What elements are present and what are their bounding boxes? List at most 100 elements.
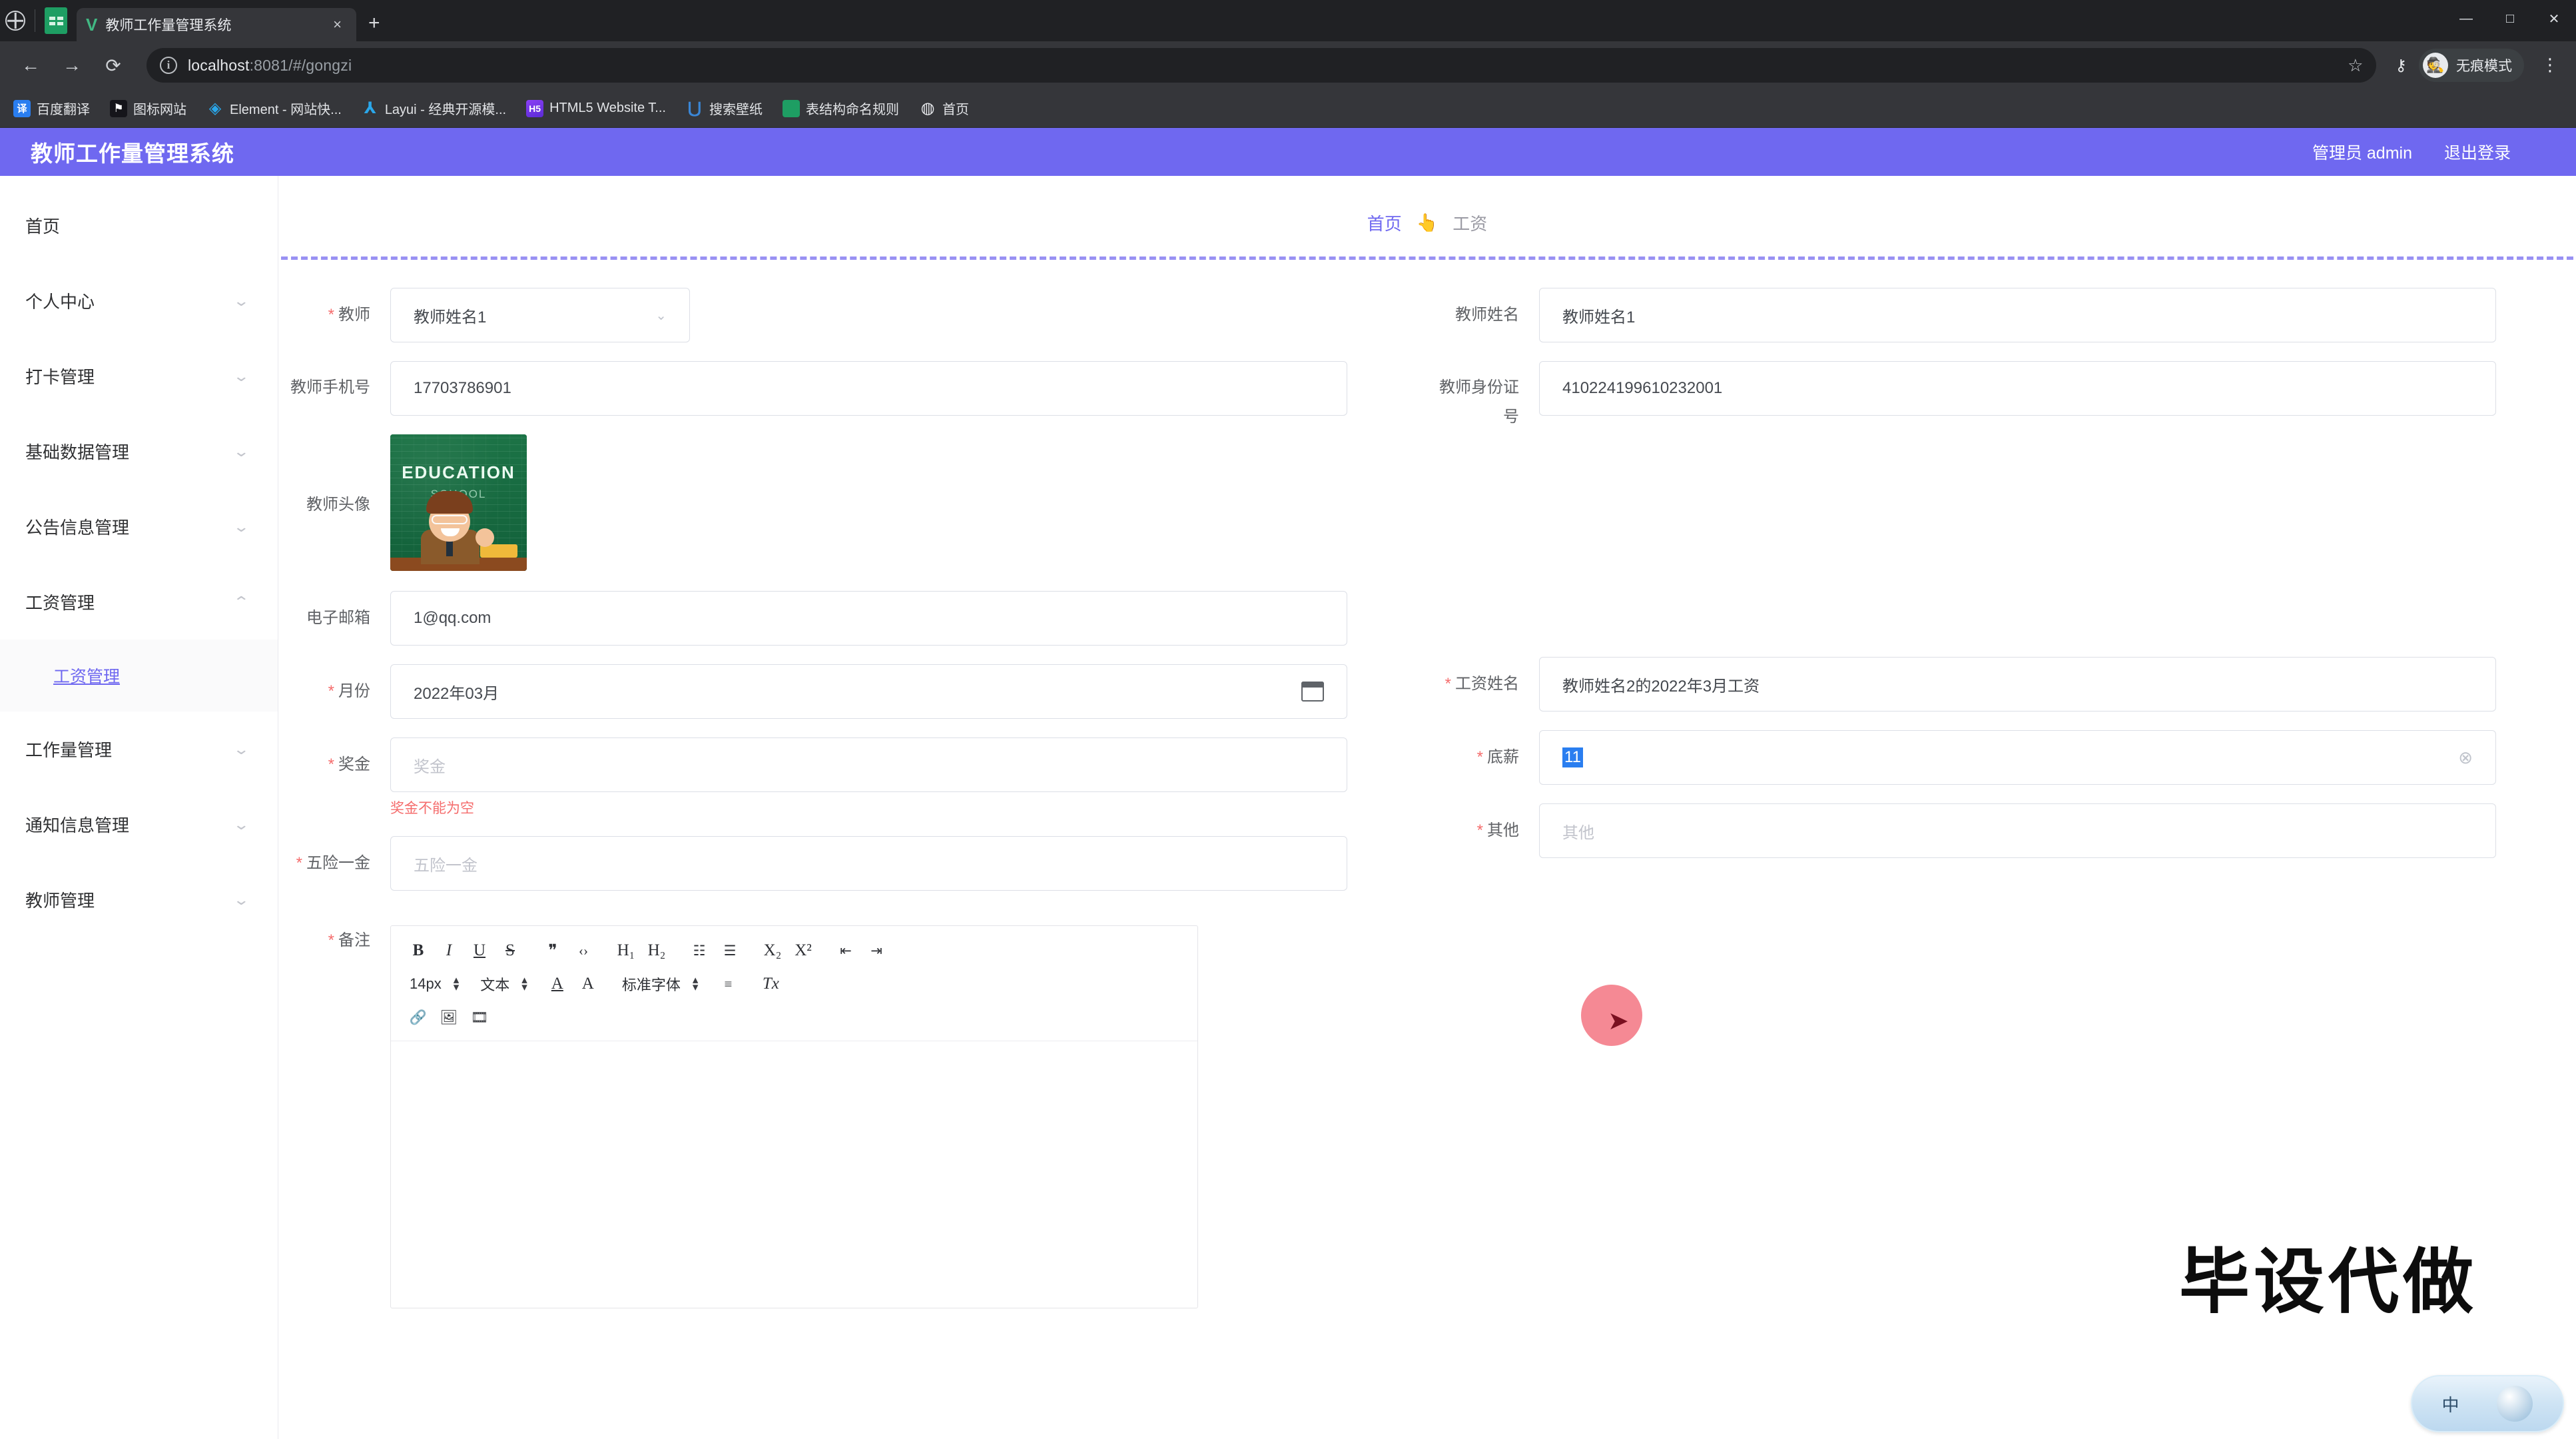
sidebar-item-personal-center[interactable]: 个人中心 ⌄: [0, 263, 278, 338]
salary-name-input[interactable]: 教师姓名2的2022年3月工资: [1539, 657, 2496, 712]
insurance-input[interactable]: 五险一金: [390, 836, 1347, 891]
browser-tab[interactable]: V 教师工作量管理系统 ×: [77, 8, 356, 41]
subscript-icon[interactable]: X₂: [757, 935, 788, 966]
font-size-stepper[interactable]: ▴ ▾: [448, 974, 474, 993]
base-salary-value: 11: [1562, 747, 1583, 767]
avatar[interactable]: EDUCATION SCHOOL: [390, 434, 527, 571]
base-salary-input[interactable]: 11 ⊗: [1539, 730, 2496, 785]
logout-link[interactable]: 退出登录: [2444, 140, 2511, 164]
site-info-icon[interactable]: i: [160, 57, 177, 74]
close-window-button[interactable]: ✕: [2532, 0, 2576, 37]
rich-text-editor[interactable]: B I U S ❞ ‹› H₁ H₂ ☷ ☰ X₂ X² ⇤ ⇥ 14px ▴ …: [390, 925, 1198, 1308]
close-icon[interactable]: ×: [328, 16, 347, 33]
sidebar-item-label: 个人中心: [25, 292, 95, 312]
ime-indicator[interactable]: 中: [2411, 1375, 2564, 1432]
field-insurance: * 五险一金 五险一金: [278, 836, 1427, 891]
clear-format-icon[interactable]: Tx: [755, 969, 786, 999]
teacher-id-card-value: 410224199610232001: [1562, 379, 1723, 397]
bookmark-item[interactable]: ⋃ 搜索壁纸: [686, 99, 763, 118]
sidebar-subitem-salary-management[interactable]: 工资管理: [0, 640, 278, 712]
breadcrumb-home-link[interactable]: 首页: [1367, 211, 1402, 235]
menu-kebab-icon[interactable]: ⋮: [2536, 57, 2564, 73]
sidebar-item-notification[interactable]: 通知信息管理 ⌄: [0, 787, 278, 862]
email-input[interactable]: 1@qq.com: [390, 591, 1347, 646]
window-controls: — □ ✕: [2444, 0, 2576, 37]
text-style-stepper[interactable]: ▴ ▾: [516, 974, 542, 993]
field-control: 五险一金: [390, 836, 1427, 891]
sheet-app-icon[interactable]: [45, 7, 67, 34]
sidebar-item-home[interactable]: 首页: [0, 188, 278, 263]
bonus-placeholder: 奖金: [414, 757, 446, 776]
sheet-icon: [782, 99, 800, 117]
align-icon[interactable]: ≡: [713, 969, 743, 999]
background-color-icon[interactable]: A: [573, 969, 603, 999]
unordered-list-icon[interactable]: ☰: [715, 935, 745, 966]
italic-icon[interactable]: I: [434, 935, 464, 966]
password-key-icon[interactable]: ⚷: [2395, 56, 2407, 75]
teacher-select[interactable]: 教师姓名1 ⌄: [390, 288, 690, 342]
incognito-label: 无痕模式: [2456, 59, 2512, 74]
forward-icon[interactable]: →: [53, 47, 91, 84]
sidebar-item-label: 教师管理: [25, 891, 95, 911]
sidebar-item-workload[interactable]: 工作量管理 ⌄: [0, 712, 278, 787]
back-icon[interactable]: ←: [12, 47, 49, 84]
chevron-down-icon: ⌄: [232, 442, 250, 460]
font-family-stepper[interactable]: ▴ ▾: [687, 974, 713, 993]
sidebar-item-label: 基础数据管理: [25, 442, 130, 462]
month-value: 2022年03月: [414, 684, 499, 703]
new-tab-button[interactable]: +: [368, 12, 380, 35]
indent-icon[interactable]: ⇥: [861, 935, 892, 966]
form-left-column: * 教师 教师姓名1 ⌄ 教师手机号 17703786901 教师头像 EDUC…: [278, 288, 1427, 909]
address-bar[interactable]: i localhost:8081/#/gongzi ☆: [147, 48, 2377, 83]
bookmark-star-icon[interactable]: ☆: [2348, 55, 2363, 76]
outdent-icon[interactable]: ⇤: [830, 935, 861, 966]
video-icon[interactable]: 🎞: [464, 1002, 495, 1033]
bookmark-item[interactable]: H5 HTML5 Website T...: [526, 99, 666, 117]
blockquote-icon[interactable]: ❞: [537, 935, 568, 966]
sidebar-item-label: 工作量管理: [25, 740, 113, 760]
bookmark-item[interactable]: ⅄ Layui - 经典开源模...: [362, 99, 506, 118]
bold-icon[interactable]: B: [403, 935, 434, 966]
underline-icon[interactable]: U: [464, 935, 495, 966]
bookmark-item[interactable]: 表结构命名规则: [782, 99, 899, 118]
teacher-name-input[interactable]: 教师姓名1: [1539, 288, 2496, 342]
font-size-select[interactable]: 14px: [403, 969, 448, 999]
sidebar-item-teacher[interactable]: 教师管理 ⌄: [0, 862, 278, 937]
bookmark-item[interactable]: ◈ Element - 网站快...: [206, 99, 342, 118]
heading-2-icon[interactable]: H₂: [641, 935, 672, 966]
bookmark-item[interactable]: ⚑ 图标网站: [110, 99, 186, 118]
maximize-button[interactable]: □: [2488, 0, 2532, 37]
text-style-select[interactable]: 文本: [474, 969, 516, 999]
code-icon[interactable]: ‹›: [568, 935, 599, 966]
strikethrough-icon[interactable]: S: [495, 935, 525, 966]
other-input[interactable]: 其他: [1539, 803, 2496, 858]
sidebar-item-salary[interactable]: 工资管理 ⌃: [0, 564, 278, 640]
superscript-icon[interactable]: X²: [788, 935, 818, 966]
sidebar-item-basic-data[interactable]: 基础数据管理 ⌄: [0, 414, 278, 489]
link-icon[interactable]: 🔗: [403, 1002, 434, 1033]
calendar-icon[interactable]: [1301, 682, 1324, 702]
incognito-indicator[interactable]: 🕵 无痕模式: [2419, 49, 2524, 82]
teacher-id-card-input[interactable]: 410224199610232001: [1539, 361, 2496, 416]
field-label: 教师头像: [306, 496, 370, 514]
globe-icon: ◍: [920, 99, 935, 117]
bonus-input[interactable]: 奖金: [390, 737, 1347, 792]
reload-icon[interactable]: ⟳: [95, 47, 132, 84]
sidebar-item-checkin[interactable]: 打卡管理 ⌄: [0, 338, 278, 414]
font-color-icon[interactable]: A: [542, 969, 573, 999]
opera-icon[interactable]: [5, 11, 25, 31]
bookmark-item[interactable]: ◍ 首页: [919, 99, 968, 118]
sidebar-item-announcement[interactable]: 公告信息管理 ⌄: [0, 489, 278, 564]
teacher-phone-input[interactable]: 17703786901: [390, 361, 1347, 416]
font-family-select[interactable]: 标准字体: [615, 969, 687, 999]
heading-1-icon[interactable]: H₁: [611, 935, 641, 966]
clear-icon[interactable]: ⊗: [2458, 747, 2473, 768]
minimize-button[interactable]: —: [2444, 0, 2488, 37]
month-input[interactable]: 2022年03月: [390, 664, 1347, 719]
chevron-up-icon: ⌃: [232, 593, 250, 610]
ordered-list-icon[interactable]: ☷: [684, 935, 715, 966]
bookmark-item[interactable]: 译 百度翻译: [13, 99, 90, 118]
image-icon[interactable]: 🖼: [434, 1002, 464, 1033]
teacher-hair-shape: [426, 491, 473, 514]
editor-content-area[interactable]: [391, 1041, 1197, 1308]
